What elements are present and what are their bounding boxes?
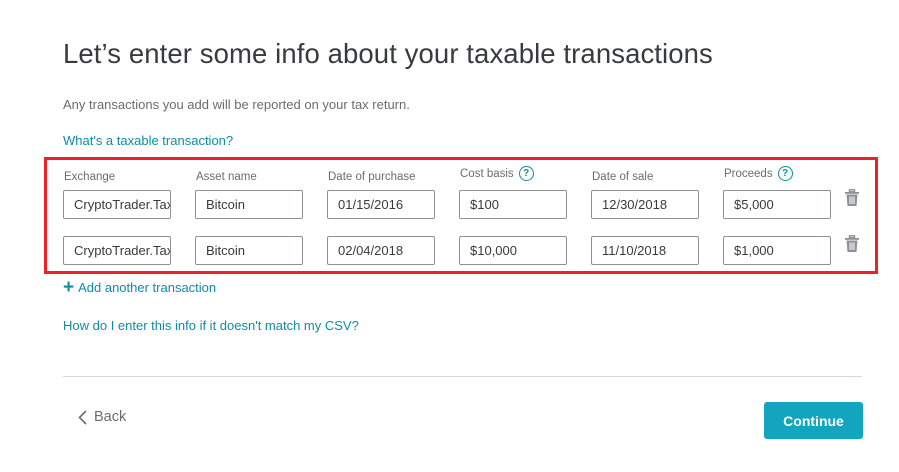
column-header-date-of-purchase: Date of purchase <box>328 171 416 183</box>
proceeds-help-icon[interactable]: ? <box>777 166 793 181</box>
column-header-cost-basis: Cost basis ? <box>460 166 534 181</box>
page-title: Let’s enter some info about your taxable… <box>63 38 713 69</box>
date-of-sale-input[interactable]: 11/10/2018 <box>591 236 699 265</box>
cost-basis-help-icon[interactable]: ? <box>518 166 534 181</box>
chevron-left-icon <box>78 409 87 425</box>
trash-icon[interactable] <box>844 235 860 253</box>
column-header-exchange: Exchange <box>64 171 115 183</box>
column-label: Cost basis <box>460 167 514 180</box>
continue-button[interactable]: Continue <box>764 402 863 439</box>
date-of-purchase-input[interactable]: 02/04/2018 <box>327 236 435 265</box>
taxable-transaction-help-link[interactable]: What's a taxable transaction? <box>63 133 233 148</box>
column-header-date-of-sale: Date of sale <box>592 171 653 183</box>
back-button[interactable]: Back <box>78 409 126 425</box>
column-label: Proceeds <box>724 167 773 180</box>
exchange-input[interactable]: CryptoTrader.Tax <box>63 190 171 219</box>
add-transaction-button[interactable]: + Add another transaction <box>63 276 217 298</box>
column-header-proceeds: Proceeds ? <box>724 166 793 181</box>
column-label: Asset name <box>196 171 257 183</box>
exchange-input[interactable]: CryptoTrader.Tax <box>63 236 171 265</box>
column-label: Date of sale <box>592 171 654 183</box>
column-label: Exchange <box>64 171 116 183</box>
add-transaction-label: Add another transaction <box>78 280 217 295</box>
footer-divider <box>63 376 862 377</box>
date-of-purchase-input[interactable]: 01/15/2016 <box>327 190 435 219</box>
cost-basis-input[interactable]: $100 <box>459 190 567 219</box>
proceeds-input[interactable]: $1,000 <box>723 236 831 265</box>
cost-basis-input[interactable]: $10,000 <box>459 236 567 265</box>
asset-name-input[interactable]: Bitcoin <box>195 236 303 265</box>
date-of-sale-input[interactable]: 12/30/2018 <box>591 190 699 219</box>
column-label: Date of purchase <box>328 171 416 183</box>
proceeds-input[interactable]: $5,000 <box>723 190 831 219</box>
back-label: Back <box>94 409 127 425</box>
plus-icon: + <box>63 276 75 298</box>
csv-help-link[interactable]: How do I enter this info if it doesn't m… <box>63 318 359 333</box>
trash-icon[interactable] <box>844 189 860 207</box>
asset-name-input[interactable]: Bitcoin <box>195 190 303 219</box>
page-subtitle: Any transactions you add will be reporte… <box>63 97 410 112</box>
column-header-asset-name: Asset name <box>196 171 257 183</box>
